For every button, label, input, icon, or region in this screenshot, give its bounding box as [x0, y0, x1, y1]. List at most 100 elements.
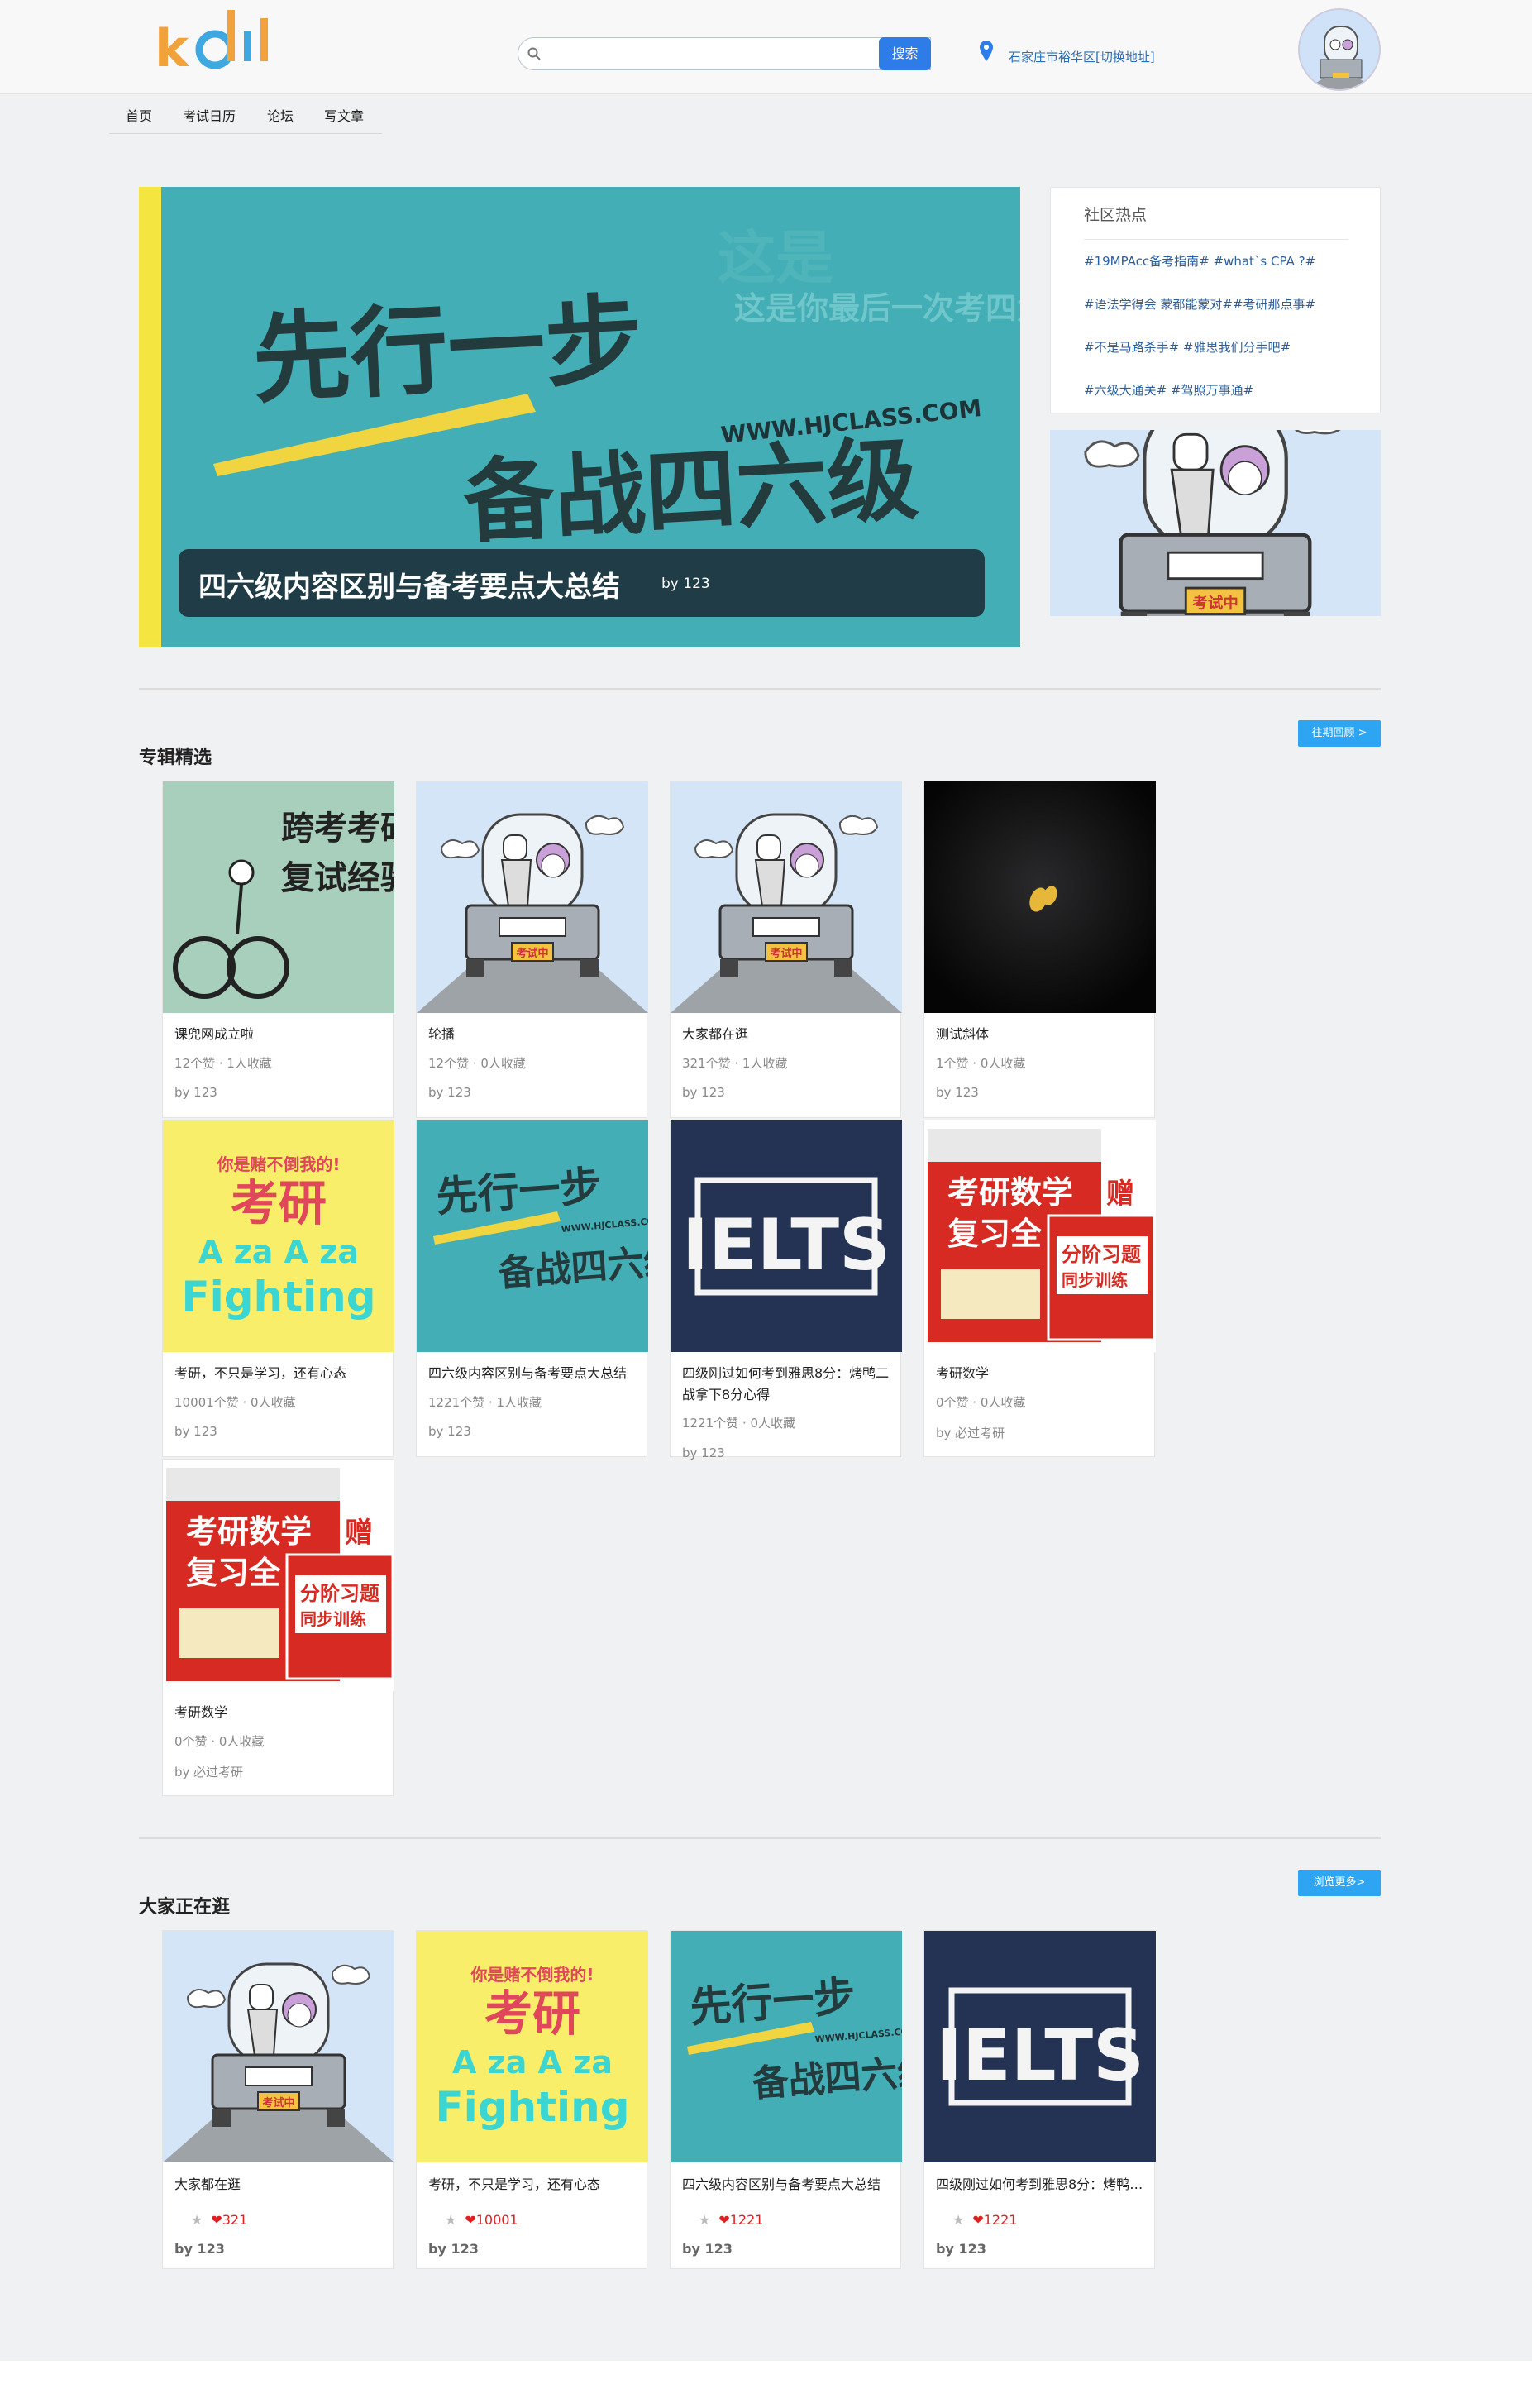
album-cover[interactable]: 跨考考研 复试经验: [163, 781, 394, 1013]
heart-icon[interactable]: ❤: [972, 2212, 983, 2228]
section-title-browsing: 大家正在逛: [139, 1897, 231, 1918]
star-icon[interactable]: ★: [952, 2212, 964, 2228]
album-card[interactable]: 考研数学 复习全 赠 分阶习题 同步训练 考研数学 0个赞 · 0人收藏 by …: [923, 1120, 1156, 1457]
album-title[interactable]: 考研数学: [936, 1363, 1144, 1384]
car-cartoon-image: 考试中: [1050, 430, 1381, 616]
hot-topic-link[interactable]: #19MPAcc备考指南# #what`s CPA ?#: [1084, 252, 1315, 270]
car-cartoon-image: 考试中: [163, 1931, 394, 2162]
album-card[interactable]: 考试中 大家都在逛 321个赞 · 1人收藏 by 123: [670, 781, 902, 1118]
svg-text:考试中: 考试中: [1192, 594, 1238, 612]
heart-icon[interactable]: ❤: [718, 2212, 729, 2228]
browsing-title[interactable]: 考研，不只是学习，还有心态: [428, 2173, 637, 2193]
album-card[interactable]: 考研数学 复习全 赠 分阶习题 同步训练 考研数学 0个赞 · 0人收藏 by …: [162, 1459, 394, 1796]
album-author: by 123: [682, 1445, 725, 1460]
nav-forum[interactable]: 论坛: [267, 105, 294, 125]
album-card[interactable]: 考试中 轮播 12个赞 · 0人收藏 by 123: [416, 781, 648, 1118]
browsing-title[interactable]: 四级刚过如何考到雅思8分：烤鸭二战拿下8分心得: [936, 2173, 1144, 2193]
star-icon[interactable]: ★: [191, 2212, 203, 2228]
browsing-card[interactable]: 考试中 大家都在逛 ★ ❤321 by 123: [162, 1930, 394, 2269]
album-card[interactable]: 跨考考研 复试经验 课兜网成立啦 12个赞 · 1人收藏 by 123: [162, 781, 394, 1118]
site-logo[interactable]: k: [153, 7, 281, 78]
search-box[interactable]: [518, 37, 931, 70]
car-cartoon-image: 考试中: [417, 781, 648, 1013]
heart-icon[interactable]: ❤: [211, 2212, 222, 2228]
album-stats: 1个赞 · 0人收藏: [936, 1056, 1026, 1071]
browsing-card[interactable]: IELTS 四级刚过如何考到雅思8分：烤鸭二战拿下8分心得 ★ ❤1221 by …: [923, 1930, 1156, 2269]
svg-text:分阶习题: 分阶习题: [1062, 1243, 1141, 1266]
like-count: 10001: [475, 2212, 518, 2228]
svg-text:Fighting: Fighting: [435, 2083, 629, 2131]
album-card[interactable]: 测试斜体 1个赞 · 0人收藏 by 123: [923, 781, 1156, 1118]
hero-banner[interactable]: 这是你最后一次考四六级 这是 先行一步 WWW.HJCLASS.COM 备战四六…: [139, 187, 1020, 647]
rating-row: ★ ❤10001: [445, 2212, 518, 2228]
star-icon[interactable]: ★: [699, 2212, 710, 2228]
browsing-card[interactable]: 你是赌不倒我的! 考研 A za A za Fighting 考研，不只是学习，…: [416, 1930, 648, 2269]
location-pin-icon: [980, 41, 993, 61]
svg-text:这是: 这是: [718, 224, 833, 292]
album-cover[interactable]: 考试中: [417, 781, 648, 1013]
search-input[interactable]: [546, 43, 894, 64]
album-cover[interactable]: 先行一步 WWW.HJCLASS.COM 备战四六级: [417, 1120, 648, 1352]
album-cover[interactable]: 考研数学 复习全 赠 分阶习题 同步训练: [924, 1120, 1156, 1352]
svg-text:IELTS: IELTS: [682, 1204, 890, 1287]
banner-title[interactable]: 四六级内容区别与备考要点大总结: [198, 564, 620, 604]
svg-text:赠: 赠: [1106, 1178, 1134, 1211]
main-nav: 首页 考试日历 论坛 写文章: [109, 98, 382, 134]
divider: [1084, 239, 1348, 240]
side-promo-image[interactable]: 考试中: [1050, 430, 1381, 616]
nav-exam-calendar[interactable]: 考试日历: [183, 105, 236, 125]
album-title[interactable]: 考研，不只是学习，还有心态: [174, 1363, 383, 1384]
user-avatar[interactable]: [1298, 8, 1381, 91]
search-button[interactable]: 搜索: [879, 37, 931, 70]
browsing-title[interactable]: 大家都在逛: [174, 2173, 383, 2193]
svg-text:k: k: [155, 18, 190, 78]
album-card[interactable]: 先行一步 WWW.HJCLASS.COM 备战四六级 四六级内容区别与备考要点大…: [416, 1120, 648, 1457]
nav-home[interactable]: 首页: [126, 105, 152, 125]
album-card[interactable]: 你是赌不倒我的! 考研 A za A za Fighting 考研，不只是学习，…: [162, 1120, 394, 1457]
album-cover[interactable]: 考研数学 复习全 赠 分阶习题 同步训练: [163, 1460, 394, 1691]
browsing-title[interactable]: 四六级内容区别与备考要点大总结: [682, 2173, 890, 2193]
svg-text:考研数学: 考研数学: [947, 1174, 1073, 1211]
rating-row: ★ ❤1221: [952, 2212, 1017, 2228]
album-title[interactable]: 测试斜体: [936, 1024, 1144, 1045]
cet-poster-image: 先行一步 WWW.HJCLASS.COM 备战四六级: [417, 1120, 648, 1352]
browsing-card[interactable]: 先行一步 WWW.HJCLASS.COM 备战四六级 四六级内容区别与备考要点大…: [670, 1930, 902, 2269]
album-title[interactable]: 考研数学: [174, 1702, 383, 1723]
browsing-cover[interactable]: 先行一步 WWW.HJCLASS.COM 备战四六级: [671, 1931, 902, 2162]
album-title[interactable]: 四六级内容区别与备考要点大总结: [428, 1363, 637, 1384]
footer-strip: [0, 2361, 1532, 2408]
album-cover[interactable]: 考试中: [671, 781, 902, 1013]
hot-topic-link[interactable]: #不是马路杀手# #雅思我们分手吧#: [1084, 338, 1291, 356]
album-stats: 321个赞 · 1人收藏: [682, 1056, 788, 1071]
hot-topic-link[interactable]: #语法学得会 蒙都能蒙对##考研那点事#: [1084, 295, 1315, 313]
album-author: by 必过考研: [936, 1426, 1005, 1440]
album-cover[interactable]: 你是赌不倒我的! 考研 A za A za Fighting: [163, 1120, 394, 1352]
hot-topic-link[interactable]: #六级大通关# #驾照万事通#: [1084, 381, 1253, 399]
album-cover[interactable]: IELTS: [671, 1120, 902, 1352]
album-author: by 123: [682, 1085, 725, 1100]
math-book-image: 考研数学 复习全 赠 分阶习题 同步训练: [163, 1460, 394, 1691]
album-title[interactable]: 课兜网成立啦: [174, 1024, 383, 1045]
like-count: 321: [222, 2212, 248, 2228]
community-hot-panel: 社区热点 #19MPAcc备考指南# #what`s CPA ?# #语法学得会…: [1050, 187, 1381, 413]
cross-exam-image: 跨考考研 复试经验: [163, 781, 394, 1013]
svg-text:同步训练: 同步训练: [1062, 1270, 1128, 1290]
album-card[interactable]: IELTS 四级刚过如何考到雅思8分：烤鸭二战拿下8分心得 1221个赞 · 0…: [670, 1120, 902, 1460]
browsing-cover[interactable]: 考试中: [163, 1931, 394, 2162]
location-switch-link[interactable]: 石家庄市裕华区[切换地址]: [1009, 48, 1155, 65]
album-title[interactable]: 四级刚过如何考到雅思8分：烤鸭二战拿下8分心得: [682, 1363, 890, 1406]
browsing-cover[interactable]: 你是赌不倒我的! 考研 A za A za Fighting: [417, 1931, 648, 2162]
browsing-cover[interactable]: IELTS: [924, 1931, 1156, 2162]
heart-icon[interactable]: ❤: [465, 2212, 475, 2228]
nav-write-article[interactable]: 写文章: [324, 105, 364, 125]
past-review-button[interactable]: 往期回顾 >: [1298, 720, 1381, 747]
album-title[interactable]: 大家都在逛: [682, 1024, 890, 1045]
search-icon: [527, 47, 541, 60]
browse-more-button[interactable]: 浏览更多>: [1298, 1870, 1381, 1896]
album-title[interactable]: 轮播: [428, 1024, 637, 1045]
math-book-image: 考研数学 复习全 赠 分阶习题 同步训练: [924, 1120, 1156, 1352]
album-cover[interactable]: [924, 781, 1156, 1013]
like-count: 1221: [983, 2212, 1018, 2228]
star-icon[interactable]: ★: [445, 2212, 456, 2228]
album-stats: 10001个赞 · 0人收藏: [174, 1395, 296, 1410]
